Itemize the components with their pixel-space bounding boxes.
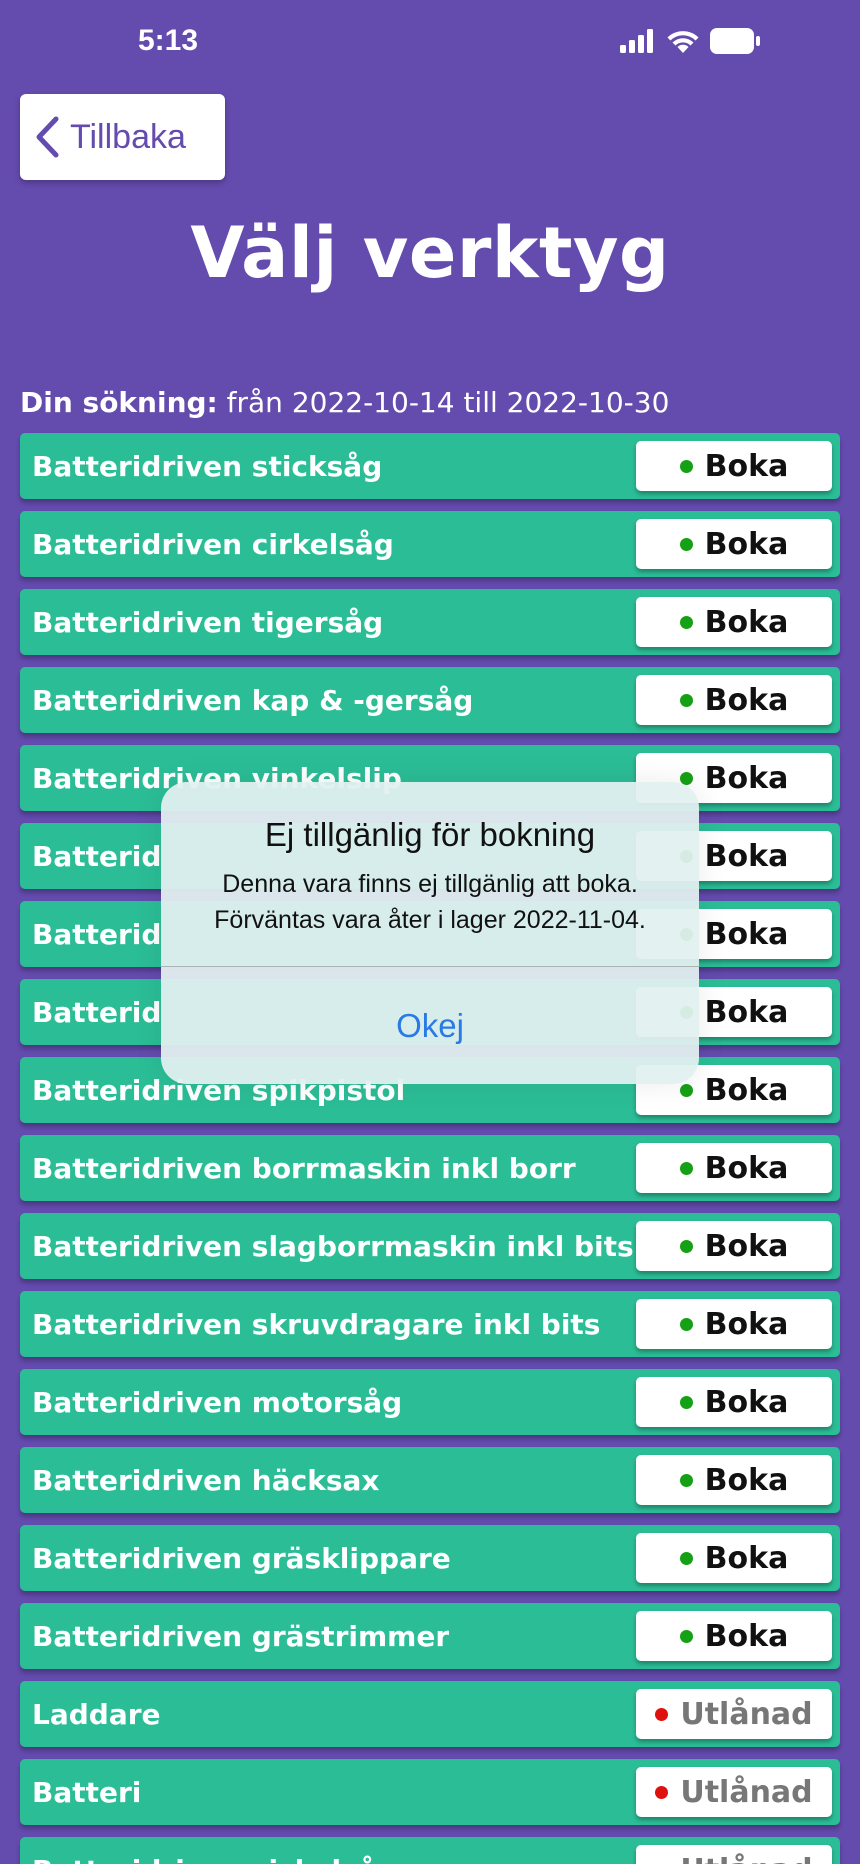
tool-name: Batterid [32, 995, 162, 1029]
loaned-out-button[interactable]: Utlånad [636, 1689, 832, 1739]
book-button-label: Boka [704, 1228, 789, 1264]
book-button-label: Boka [704, 526, 789, 562]
book-button-label: Boka [704, 1384, 789, 1420]
tool-row: Laddare Utlånad [20, 1681, 840, 1747]
alert-message-line-2: Förväntas vara åter i lager 2022-11-04. [214, 906, 646, 934]
tool-name: Batteridriven grästrimmer [32, 1619, 450, 1653]
tool-name: Batteridriven tigersåg [32, 605, 384, 639]
tool-name: Batteridriven skruvdragare inkl bits [32, 1307, 601, 1341]
chevron-left-icon [36, 116, 59, 158]
available-dot-icon [679, 1161, 693, 1175]
book-button-label: Boka [704, 1462, 789, 1498]
book-button-label: Utlånad [680, 1853, 812, 1864]
tool-row: Batteridriven slagborrmaskin inkl bits Bo… [20, 1213, 840, 1279]
available-dot-icon [679, 1083, 693, 1097]
tool-name: Batterid [32, 917, 162, 951]
tool-row: Batteridriven tigersåg Boka [20, 589, 840, 655]
book-button[interactable]: Boka [636, 1221, 832, 1271]
book-button[interactable]: Boka [636, 1455, 832, 1505]
book-button[interactable]: Boka [636, 519, 832, 569]
tool-name: Batteri [32, 1775, 142, 1809]
screen: 5:13 Tillbaka Välj verktyg Din sökning: … [0, 0, 860, 1864]
book-button[interactable]: Boka [636, 675, 832, 725]
book-button-label: Boka [704, 1150, 789, 1186]
available-dot-icon [679, 1239, 693, 1253]
book-button-label: Boka [704, 682, 789, 718]
book-button[interactable]: Boka [636, 441, 832, 491]
tool-name: Batteridriven kap & -gersåg [32, 683, 474, 717]
tool-name: Batteridriven slagborrmaskin inkl bits [32, 1229, 634, 1263]
book-button[interactable]: Boka [636, 597, 832, 647]
book-button-label: Boka [704, 760, 789, 796]
available-dot-icon [679, 615, 693, 629]
wifi-icon [667, 31, 699, 53]
tool-row: Batteridriven sickelsåg Utlånad [20, 1837, 840, 1864]
book-button-label: Boka [704, 1618, 789, 1654]
tool-name: Batterid [32, 839, 162, 873]
book-button-label: Utlånad [680, 1774, 813, 1810]
available-dot-icon [679, 1395, 693, 1409]
tool-name: Batteridriven gräsklippare [32, 1541, 451, 1575]
search-range: från 2022-10-14 till 2022-10-30 [217, 386, 670, 419]
tool-row: Batteridriven häcksax Boka [20, 1447, 840, 1513]
status-time: 5:13 [138, 24, 199, 57]
tool-row: Batteridriven kap & -gersåg Boka [20, 667, 840, 733]
tool-name: Batteridriven häcksax [32, 1463, 380, 1497]
loaned-out-button[interactable]: Utlånad [636, 1767, 832, 1817]
back-button[interactable]: Tillbaka [20, 94, 225, 180]
book-button[interactable]: Boka [636, 1611, 832, 1661]
tool-row: Batteridriven grästrimmer Boka [20, 1603, 840, 1669]
tool-row: Batteridriven borrmaskin inkl borr Boka [20, 1135, 840, 1201]
available-dot-icon [679, 1629, 693, 1643]
available-dot-icon [679, 693, 693, 707]
signal-icon [620, 29, 653, 53]
book-button-label: Boka [704, 994, 789, 1030]
tool-row: Batteridriven cirkelsåg Boka [20, 511, 840, 577]
tool-list: Batteridriven sticksåg Boka Batteridriven … [20, 433, 840, 1864]
book-button[interactable]: Boka [636, 1533, 832, 1583]
tool-name: Batteridriven cirkelsåg [32, 527, 394, 561]
book-button-label: Boka [704, 1306, 789, 1342]
book-button[interactable]: Boka [636, 1377, 832, 1427]
available-dot-icon [679, 459, 693, 473]
alert-message: Denna vara finns ej tillgänlig att boka.… [161, 866, 699, 938]
tool-row: Batteridriven skruvdragare inkl bits Boka [20, 1291, 840, 1357]
alert-title: Ej tillgänlig för bokning [264, 816, 596, 853]
loaned-out-button[interactable]: Utlånad [636, 1845, 832, 1864]
alert-message-line-1: Denna vara finns ej tillgänlig att boka. [222, 870, 638, 898]
available-dot-icon [679, 537, 693, 551]
tool-row: Batteridriven sticksåg Boka [20, 433, 840, 499]
book-button[interactable]: Boka [636, 1143, 832, 1193]
tool-row: Batteridriven motorsåg Boka [20, 1369, 840, 1435]
tool-name: Batteridriven sticksåg [32, 449, 383, 483]
status-icons [620, 28, 760, 54]
back-label: Tillbaka [70, 117, 186, 156]
tool-row: Batteri Utlånad [20, 1759, 840, 1825]
search-label: Din sökning: [20, 386, 218, 419]
book-button-label: Boka [704, 838, 789, 874]
available-dot-icon [679, 1551, 693, 1565]
tool-name: Batteridriven sickelsåg [32, 1854, 397, 1864]
tool-name: Batteridriven motorsåg [32, 1385, 403, 1419]
book-button-label: Boka [704, 1072, 789, 1108]
book-button[interactable]: Boka [636, 1299, 832, 1349]
alert-dialog: Ej tillgänlig för bokning Denna vara fin… [161, 782, 699, 1084]
unavailable-dot-icon [655, 1707, 669, 1721]
alert-ok-button[interactable]: Okej [161, 967, 699, 1084]
book-button-label: Boka [704, 1540, 789, 1576]
tool-row: Batteridriven gräsklippare Boka [20, 1525, 840, 1591]
tool-name: Batteridriven borrmaskin inkl borr [32, 1151, 576, 1185]
available-dot-icon [679, 1317, 693, 1331]
search-summary: Din sökning: från 2022-10-14 till 2022-1… [20, 386, 669, 419]
book-button-label: Boka [704, 916, 789, 952]
tool-name: Laddare [32, 1697, 161, 1731]
book-button-label: Boka [704, 448, 789, 484]
book-button-label: Boka [704, 604, 789, 640]
unavailable-dot-icon [655, 1785, 669, 1799]
book-button-label: Utlånad [680, 1696, 813, 1732]
battery-icon [710, 28, 760, 54]
available-dot-icon [679, 1473, 693, 1487]
page-title: Välj verktyg [190, 212, 670, 294]
